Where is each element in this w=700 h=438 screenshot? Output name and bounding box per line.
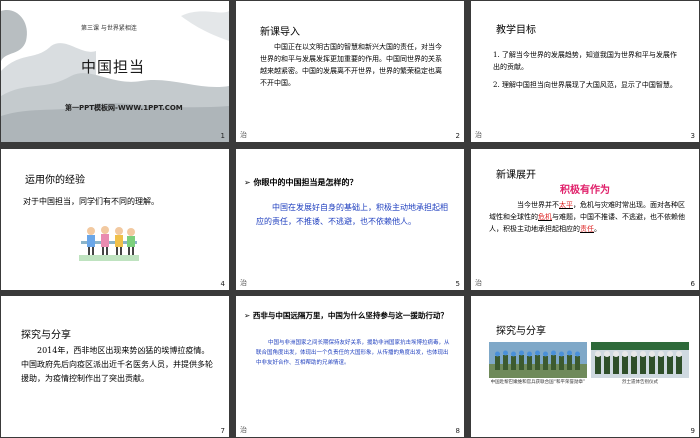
photo-caption-ceremony: 烈士遗体告别仪式 [622,380,658,385]
slide-title: 探究与分享 [21,330,71,341]
blank-answer-crisis: 危机 [538,213,552,221]
slide-number: 7 [220,427,225,435]
section-heading: 积极有作为 [560,185,610,196]
slide-footer-mark: 治 [475,131,482,139]
answer-text: 中国与非洲国家之间长期保持友好关系，援助非洲国家抗击埃博拉病毒，从联合国角度出发… [256,340,450,366]
slide-subtitle: 第一PPT模板网-WWW.1PPT.COM [65,104,183,112]
slide-main-title: 中国担当 [81,58,146,76]
farewell-ceremony-photo [591,342,689,378]
slide-section-label: 第三课 与世界紧相连 [81,25,137,32]
slide-footer-mark: 治 [240,131,247,139]
objective-bullet: 1. [493,51,502,59]
slide-number: 2 [455,132,460,140]
blank-answer-peace: 太平 [559,201,573,209]
slide-number: 1 [220,132,225,140]
slide-title: 运用你的经验 [25,175,85,186]
slide-thumbnail-5[interactable]: ➢ 你眼中的中国担当是怎样的？ 中国在发展好自身的基础上，积极主动地承担起相应的… [236,149,464,290]
slide-thumbnail-1[interactable]: 第三课 与世界紧相连 中国担当 第一PPT模板网-WWW.1PPT.COM 1 [1,1,229,142]
slide-number: 3 [690,132,695,140]
slide-thumbnail-6[interactable]: 新课展开 积极有作为 当今世界并不太平，危机与灾难时常出现。面对各种区域性和全球… [471,149,699,290]
slide-footer-mark: 治 [475,279,482,287]
arrow-bullet-icon: ➢ [244,311,251,320]
slide-number: 6 [690,280,695,288]
question-text: ➢ 西非与中国远隔万里，中国为什么坚持参与这一援助行动？ [244,311,448,320]
objective-bullet: 2. [493,81,502,89]
fill-in-paragraph: 当今世界并不太平，危机与灾难时常出现。面对各种区域性和全球性的危机与难题，中国不… [489,201,685,233]
photo-caption-peacekeepers: 中国赴黎巴嫩维和官兵获联合国“和平荣誉勋章” [490,380,586,385]
slide-thumbnail-8[interactable]: ➢ 西非与中国远隔万里，中国为什么坚持参与这一援助行动？ 中国与非洲国家之间长期… [236,296,464,437]
slide-footer-mark: 治 [240,426,247,434]
slide-thumbnail-3[interactable]: 教学目标 1. 了解当今世界的发展趋势，知道我国为世界和平与发展作出的贡献。 2… [471,1,699,142]
slide-title: 新课导入 [260,27,300,38]
slide-number: 5 [455,280,460,288]
slide-title: 教学目标 [496,25,536,36]
slide-thumbnail-2[interactable]: 新课导入 中国正在以文明古国的智慧和新兴大国的责任，对当今世界的和平与发展发挥更… [236,1,464,142]
slide-title: 探究与分享 [496,326,546,337]
slide-body-text: 对于中国担当，同学们有不同的理解。 [23,197,159,206]
slide-body-text: 2014年，西非地区出现来势凶猛的埃博拉疫情。中国政府先后向疫区派出近千名医务人… [21,346,213,383]
slide-body-text: 中国正在以文明古国的智慧和新兴大国的责任，对当今世界的和平与发展发挥更加重要的作… [260,43,442,87]
slide-thumbnail-9[interactable]: 探究与分享 中国赴黎巴嫩维和官兵获联合国“和平荣誉勋章” 烈士遗体告别仪式 9 [471,296,699,437]
slide-number: 8 [455,427,460,435]
blank-answer-responsibility: 责任 [580,225,594,233]
arrow-bullet-icon: ➢ [244,178,251,187]
slide-number: 9 [690,427,695,435]
students-illustration [79,226,139,261]
slide-footer-mark: 治 [240,279,247,287]
question-text: ➢ 你眼中的中国担当是怎样的？ [244,178,358,187]
objective-item-1: 1. 了解当今世界的发展趋势，知道我国为世界和平与发展作出的贡献。 [493,51,677,71]
slide-title: 新课展开 [496,170,536,181]
slide-thumbnail-7[interactable]: 探究与分享 2014年，西非地区出现来势凶猛的埃博拉疫情。中国政府先后向疫区派出… [1,296,229,437]
slide-number: 4 [220,280,225,288]
slide-thumbnail-4[interactable]: 运用你的经验 对于中国担当，同学们有不同的理解。 4 [1,149,229,290]
answer-text: 中国在发展好自身的基础上，积极主动地承担起相应的责任，不推诿、不逃避，也不依赖他… [256,203,448,226]
objective-item-2: 2. 理解中国担当向世界展现了大国风范，显示了中国智慧。 [493,81,677,89]
peacekeepers-photo [489,342,587,378]
